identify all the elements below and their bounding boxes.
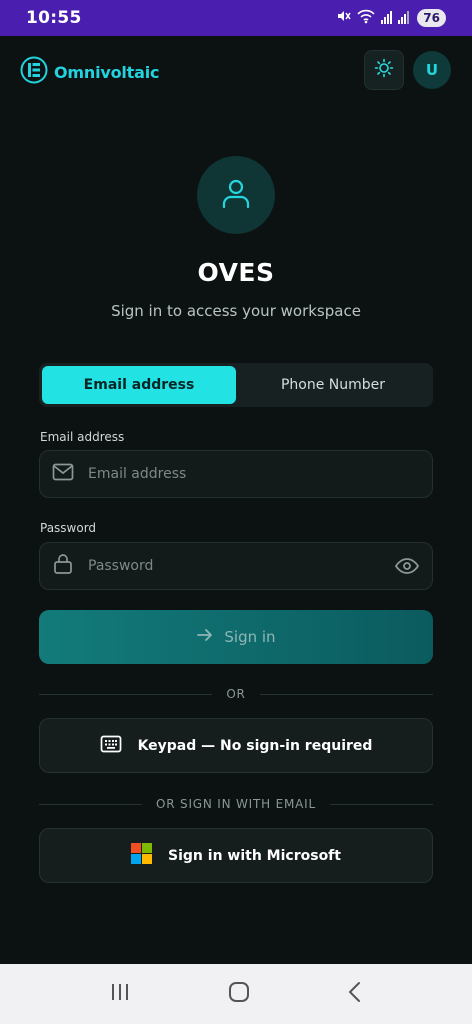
- keypad-button[interactable]: Keypad — No sign-in required: [39, 718, 433, 773]
- mail-icon: [52, 463, 74, 485]
- email-field[interactable]: [88, 466, 420, 482]
- arrow-right-icon: [196, 627, 214, 647]
- password-label: Password: [40, 521, 97, 535]
- user-icon: [219, 176, 253, 214]
- mute-icon: [335, 8, 351, 28]
- recent-apps-icon[interactable]: [109, 982, 131, 1006]
- password-field[interactable]: [88, 558, 394, 574]
- app-header: Omnivoltaic U: [0, 50, 472, 90]
- brand-name: Omnivoltaic: [54, 62, 160, 82]
- or-email-divider: OR SIGN IN WITH EMAIL: [39, 797, 434, 811]
- logo-icon: [20, 56, 48, 88]
- keypad-label: Keypad — No sign-in required: [137, 737, 373, 754]
- status-bar: 10:55 76: [0, 0, 472, 36]
- sign-in-button[interactable]: Sign in: [39, 610, 433, 664]
- microsoft-logo-icon: [131, 843, 153, 868]
- tab-phone[interactable]: Phone Number: [236, 366, 430, 404]
- page-subtitle: Sign in to access your workspace: [111, 302, 361, 320]
- app-screen: Omnivoltaic U OVES Sign in to access you…: [0, 36, 472, 964]
- microsoft-sign-in-button[interactable]: Sign in with Microsoft: [39, 828, 433, 883]
- or-label: OR: [226, 687, 246, 701]
- or-divider: OR: [39, 687, 434, 701]
- wifi-icon: [357, 8, 375, 28]
- battery-indicator: 76: [417, 9, 446, 27]
- divider-line: [329, 803, 434, 805]
- sign-in-label: Sign in: [224, 628, 276, 646]
- divider-line: [39, 693, 213, 695]
- keypad-icon: [100, 735, 122, 757]
- password-field-wrapper: [39, 542, 433, 590]
- divider-line: [259, 693, 434, 695]
- brand-logo[interactable]: Omnivoltaic: [20, 56, 159, 88]
- tab-email[interactable]: Email address: [42, 366, 236, 404]
- lock-icon: [52, 553, 74, 579]
- system-nav-bar: [0, 964, 472, 1024]
- page-title: OVES: [197, 258, 275, 287]
- back-icon[interactable]: [347, 981, 363, 1007]
- eye-icon[interactable]: [394, 556, 420, 576]
- divider-line: [39, 803, 143, 805]
- status-icons: 76: [335, 8, 446, 28]
- login-method-tabs: Email address Phone Number: [39, 363, 433, 407]
- theme-toggle-button[interactable]: [364, 50, 404, 90]
- home-icon[interactable]: [228, 981, 250, 1007]
- email-field-wrapper: [39, 450, 433, 498]
- user-avatar-circle: [197, 156, 275, 234]
- signal-icon: [381, 9, 411, 28]
- status-time: 10:55: [26, 8, 82, 28]
- microsoft-label: Sign in with Microsoft: [168, 847, 341, 864]
- or-email-label: OR SIGN IN WITH EMAIL: [156, 797, 316, 811]
- email-label: Email address: [40, 430, 125, 444]
- sun-icon: [374, 58, 394, 82]
- avatar[interactable]: U: [413, 51, 451, 89]
